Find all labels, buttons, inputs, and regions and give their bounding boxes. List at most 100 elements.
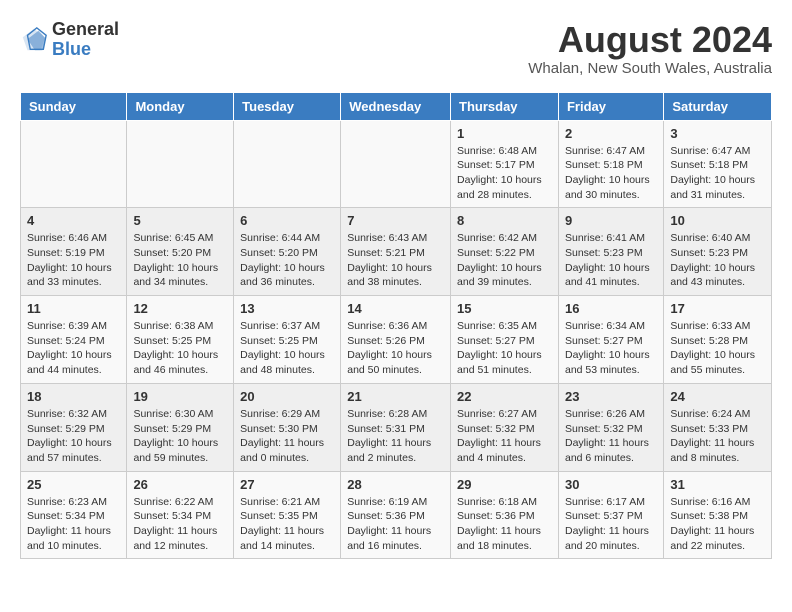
weekday-header-friday: Friday [558, 92, 663, 120]
calendar-cell: 27 Sunrise: 6:21 AM Sunset: 5:35 PM Dayli… [234, 471, 341, 559]
weekday-header-sunday: Sunday [21, 92, 127, 120]
cell-content: Sunrise: 6:37 AM Sunset: 5:25 PM Dayligh… [240, 319, 334, 378]
calendar-cell: 13 Sunrise: 6:37 AM Sunset: 5:25 PM Dayli… [234, 296, 341, 384]
calendar-cell: 6 Sunrise: 6:44 AM Sunset: 5:20 PM Daylig… [234, 208, 341, 296]
cell-content: Sunrise: 6:47 AM Sunset: 5:18 PM Dayligh… [670, 144, 765, 203]
cell-content: Sunrise: 6:27 AM Sunset: 5:32 PM Dayligh… [457, 407, 552, 466]
day-number: 7 [347, 213, 444, 228]
weekday-header-wednesday: Wednesday [341, 92, 451, 120]
calendar-cell: 7 Sunrise: 6:43 AM Sunset: 5:21 PM Daylig… [341, 208, 451, 296]
calendar-cell: 29 Sunrise: 6:18 AM Sunset: 5:36 PM Dayli… [451, 471, 559, 559]
day-number: 31 [670, 477, 765, 492]
day-number: 9 [565, 213, 657, 228]
cell-content: Sunrise: 6:24 AM Sunset: 5:33 PM Dayligh… [670, 407, 765, 466]
cell-content: Sunrise: 6:38 AM Sunset: 5:25 PM Dayligh… [133, 319, 227, 378]
calendar-cell: 10 Sunrise: 6:40 AM Sunset: 5:23 PM Dayli… [664, 208, 772, 296]
day-number: 5 [133, 213, 227, 228]
cell-content: Sunrise: 6:33 AM Sunset: 5:28 PM Dayligh… [670, 319, 765, 378]
day-number: 24 [670, 389, 765, 404]
calendar-cell: 8Sunrise: 6:42 AM Sunset: 5:22 PM Daylig… [451, 208, 559, 296]
cell-content: Sunrise: 6:36 AM Sunset: 5:26 PM Dayligh… [347, 319, 444, 378]
logo: General Blue [20, 20, 119, 60]
day-number: 13 [240, 301, 334, 316]
cell-content: Sunrise: 6:19 AM Sunset: 5:36 PM Dayligh… [347, 495, 444, 554]
calendar-cell: 19Sunrise: 6:30 AM Sunset: 5:29 PM Dayli… [127, 383, 234, 471]
day-number: 23 [565, 389, 657, 404]
calendar-cell: 20Sunrise: 6:29 AM Sunset: 5:30 PM Dayli… [234, 383, 341, 471]
cell-content: Sunrise: 6:23 AM Sunset: 5:34 PM Dayligh… [27, 495, 120, 554]
page-header: General Blue August 2024 Whalan, New Sou… [20, 20, 772, 77]
calendar-cell [341, 120, 451, 208]
cell-content: Sunrise: 6:17 AM Sunset: 5:37 PM Dayligh… [565, 495, 657, 554]
day-number: 3 [670, 126, 765, 141]
calendar-cell: 11 Sunrise: 6:39 AM Sunset: 5:24 PM Dayli… [21, 296, 127, 384]
cell-content: Sunrise: 6:46 AM Sunset: 5:19 PM Dayligh… [27, 231, 120, 290]
day-number: 27 [240, 477, 334, 492]
day-number: 22 [457, 389, 552, 404]
calendar-cell: 16 Sunrise: 6:34 AM Sunset: 5:27 PM Dayli… [558, 296, 663, 384]
cell-content: Sunrise: 6:28 AM Sunset: 5:31 PM Dayligh… [347, 407, 444, 466]
day-number: 15 [457, 301, 552, 316]
logo-icon [20, 26, 48, 54]
day-number: 16 [565, 301, 657, 316]
weekday-header-row: SundayMondayTuesdayWednesdayThursdayFrid… [21, 92, 772, 120]
day-number: 2 [565, 126, 657, 141]
day-number: 30 [565, 477, 657, 492]
logo-blue: Blue [52, 40, 119, 60]
calendar-cell: 2 Sunrise: 6:47 AM Sunset: 5:18 PM Daylig… [558, 120, 663, 208]
cell-content: Sunrise: 6:21 AM Sunset: 5:35 PM Dayligh… [240, 495, 334, 554]
calendar-cell: 18 Sunrise: 6:32 AM Sunset: 5:29 PM Dayli… [21, 383, 127, 471]
calendar-table: SundayMondayTuesdayWednesdayThursdayFrid… [20, 92, 772, 560]
cell-content: Sunrise: 6:43 AM Sunset: 5:21 PM Dayligh… [347, 231, 444, 290]
calendar-cell: 26Sunrise: 6:22 AM Sunset: 5:34 PM Dayli… [127, 471, 234, 559]
day-number: 10 [670, 213, 765, 228]
calendar-cell: 17Sunrise: 6:33 AM Sunset: 5:28 PM Dayli… [664, 296, 772, 384]
day-number: 11 [27, 301, 120, 316]
day-number: 1 [457, 126, 552, 141]
cell-content: Sunrise: 6:42 AM Sunset: 5:22 PM Dayligh… [457, 231, 552, 290]
calendar-cell: 14 Sunrise: 6:36 AM Sunset: 5:26 PM Dayli… [341, 296, 451, 384]
day-number: 6 [240, 213, 334, 228]
cell-content: Sunrise: 6:44 AM Sunset: 5:20 PM Dayligh… [240, 231, 334, 290]
cell-content: Sunrise: 6:41 AM Sunset: 5:23 PM Dayligh… [565, 231, 657, 290]
logo-general: General [52, 20, 119, 40]
weekday-header-tuesday: Tuesday [234, 92, 341, 120]
day-number: 25 [27, 477, 120, 492]
day-number: 4 [27, 213, 120, 228]
cell-content: Sunrise: 6:18 AM Sunset: 5:36 PM Dayligh… [457, 495, 552, 554]
cell-content: Sunrise: 6:32 AM Sunset: 5:29 PM Dayligh… [27, 407, 120, 466]
calendar-cell: 1Sunrise: 6:48 AM Sunset: 5:17 PM Daylig… [451, 120, 559, 208]
calendar-cell [234, 120, 341, 208]
calendar-cell: 12 Sunrise: 6:38 AM Sunset: 5:25 PM Dayli… [127, 296, 234, 384]
logo-text: General Blue [52, 20, 119, 60]
cell-content: Sunrise: 6:35 AM Sunset: 5:27 PM Dayligh… [457, 319, 552, 378]
day-number: 18 [27, 389, 120, 404]
calendar-week-row: 18 Sunrise: 6:32 AM Sunset: 5:29 PM Dayli… [21, 383, 772, 471]
day-number: 29 [457, 477, 552, 492]
day-number: 28 [347, 477, 444, 492]
calendar-cell: 5Sunrise: 6:45 AM Sunset: 5:20 PM Daylig… [127, 208, 234, 296]
day-number: 20 [240, 389, 334, 404]
calendar-cell: 23Sunrise: 6:26 AM Sunset: 5:32 PM Dayli… [558, 383, 663, 471]
cell-content: Sunrise: 6:47 AM Sunset: 5:18 PM Dayligh… [565, 144, 657, 203]
calendar-week-row: 25 Sunrise: 6:23 AM Sunset: 5:34 PM Dayli… [21, 471, 772, 559]
day-number: 19 [133, 389, 227, 404]
calendar-cell: 15 Sunrise: 6:35 AM Sunset: 5:27 PM Dayli… [451, 296, 559, 384]
day-number: 14 [347, 301, 444, 316]
calendar-week-row: 11 Sunrise: 6:39 AM Sunset: 5:24 PM Dayli… [21, 296, 772, 384]
calendar-cell: 28 Sunrise: 6:19 AM Sunset: 5:36 PM Dayli… [341, 471, 451, 559]
day-number: 21 [347, 389, 444, 404]
day-number: 12 [133, 301, 227, 316]
location-subtitle: Whalan, New South Wales, Australia [528, 60, 772, 77]
cell-content: Sunrise: 6:34 AM Sunset: 5:27 PM Dayligh… [565, 319, 657, 378]
cell-content: Sunrise: 6:40 AM Sunset: 5:23 PM Dayligh… [670, 231, 765, 290]
calendar-cell: 30 Sunrise: 6:17 AM Sunset: 5:37 PM Dayli… [558, 471, 663, 559]
cell-content: Sunrise: 6:39 AM Sunset: 5:24 PM Dayligh… [27, 319, 120, 378]
calendar-cell: 3 Sunrise: 6:47 AM Sunset: 5:18 PM Daylig… [664, 120, 772, 208]
calendar-cell: 4 Sunrise: 6:46 AM Sunset: 5:19 PM Daylig… [21, 208, 127, 296]
title-section: August 2024 Whalan, New South Wales, Aus… [528, 20, 772, 77]
calendar-cell: 22 Sunrise: 6:27 AM Sunset: 5:32 PM Dayli… [451, 383, 559, 471]
cell-content: Sunrise: 6:16 AM Sunset: 5:38 PM Dayligh… [670, 495, 765, 554]
calendar-cell [21, 120, 127, 208]
calendar-week-row: 4 Sunrise: 6:46 AM Sunset: 5:19 PM Daylig… [21, 208, 772, 296]
